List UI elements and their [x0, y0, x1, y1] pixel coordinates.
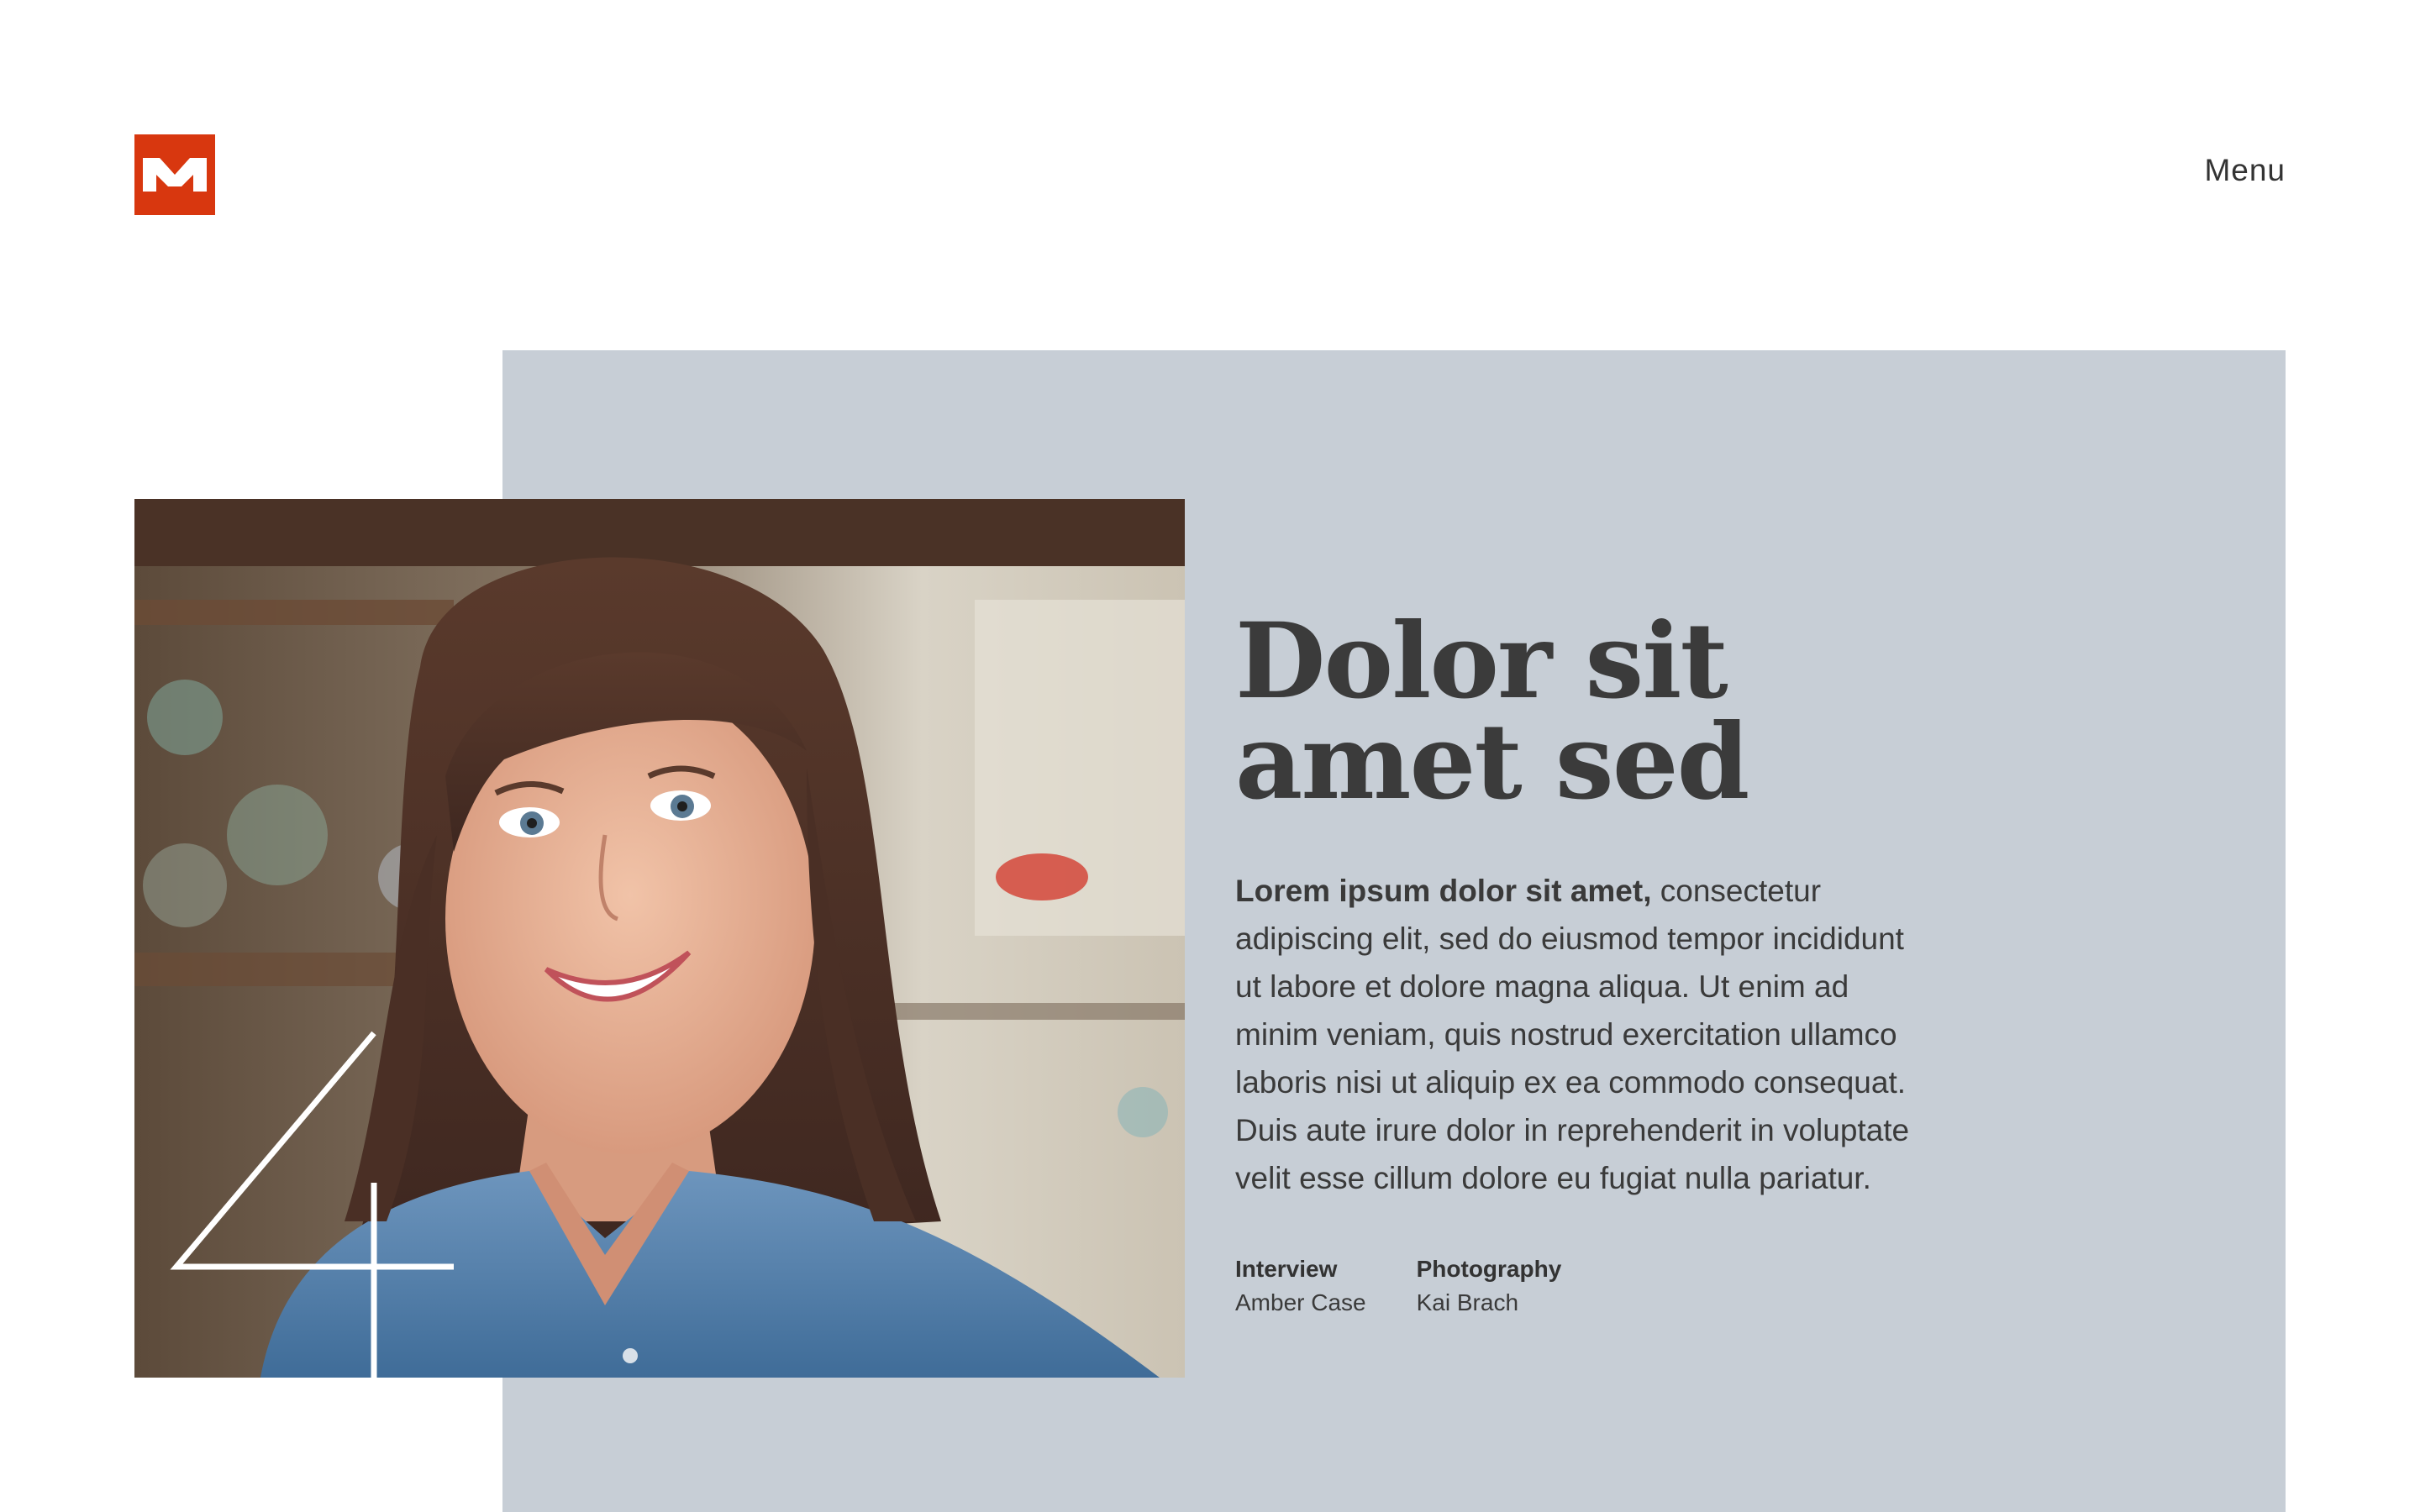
credit-photography: Photography Kai Brach: [1417, 1252, 1562, 1320]
lede-bold-lead: Lorem ipsum dolor sit amet,: [1235, 874, 1652, 908]
issue-number: 4: [151, 1031, 454, 1378]
credit-label: Interview: [1235, 1256, 1338, 1282]
page: M Menu: [0, 0, 2420, 1512]
article-headline: Dolor sit amet sed: [1235, 601, 1749, 823]
article-intro: Dolor sit amet sed Lorem ipsum dolor sit…: [1235, 601, 1958, 1320]
credit-value: Amber Case: [1235, 1289, 1366, 1315]
credit-label: Photography: [1416, 1256, 1562, 1282]
credit-interview: Interview Amber Case: [1235, 1252, 1366, 1320]
brand-logo[interactable]: M: [134, 134, 215, 215]
menu-button[interactable]: Menu: [2204, 153, 2286, 188]
article-credits: Interview Amber Case Photography Kai Bra…: [1235, 1252, 1958, 1320]
credit-value: Kai Brach: [1416, 1289, 1519, 1315]
lede-body: consectetur adipiscing elit, sed do eius…: [1235, 874, 1910, 1195]
issue-number-four-glyph: [170, 1031, 454, 1378]
m-logo-icon: [134, 134, 215, 215]
logo-letter: M: [134, 215, 135, 216]
article-lede: Lorem ipsum dolor sit amet, consectetur …: [1235, 867, 1933, 1202]
